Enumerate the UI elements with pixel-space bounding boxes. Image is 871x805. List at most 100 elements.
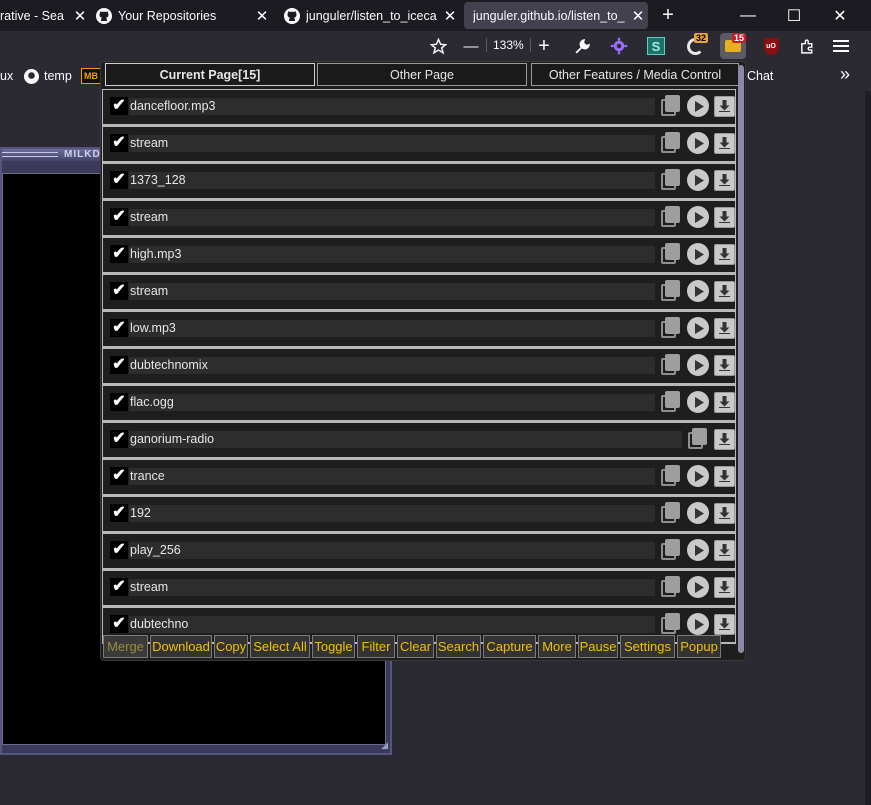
play-icon[interactable] [687, 465, 709, 487]
media-item-row[interactable]: ✔ dubtechnomix [102, 348, 736, 385]
resize-grip-icon[interactable]: ◢ [381, 740, 388, 751]
copy-icon[interactable] [660, 502, 682, 524]
select-checkbox[interactable]: ✔ [110, 393, 128, 411]
close-icon[interactable]: ✕ [628, 7, 648, 25]
download-icon[interactable] [713, 95, 735, 117]
select-checkbox[interactable]: ✔ [110, 134, 128, 152]
extensions-icon[interactable] [796, 35, 818, 57]
media-item-row[interactable]: ✔ trance [102, 459, 736, 496]
minimize-button[interactable]: — [728, 0, 768, 31]
media-name-field[interactable]: dancefloor.mp3 [129, 98, 655, 115]
close-icon[interactable]: ✕ [440, 7, 460, 25]
tab-search[interactable]: rative - Sea ✕ [0, 0, 90, 31]
media-item-row[interactable]: ✔ play_256 [102, 533, 736, 570]
play-icon[interactable] [687, 169, 709, 191]
media-item-row[interactable]: ✔ stream [102, 200, 736, 237]
clear-button[interactable]: Clear [397, 635, 434, 658]
search-button[interactable]: Search [436, 635, 481, 658]
tab-junguler-listen[interactable]: junguler/listen_to_iceca ✕ [284, 0, 460, 31]
play-icon[interactable] [687, 576, 709, 598]
play-icon[interactable] [687, 317, 709, 339]
select-checkbox[interactable]: ✔ [110, 504, 128, 522]
download-icon[interactable] [713, 169, 735, 191]
media-name-field[interactable]: trance [129, 468, 655, 485]
toggle-button[interactable]: Toggle [312, 635, 355, 658]
zoom-in-button[interactable]: + [533, 35, 555, 57]
copy-icon[interactable] [660, 354, 682, 376]
close-window-button[interactable]: ✕ [820, 0, 860, 31]
close-icon[interactable]: ✕ [252, 7, 272, 25]
tab-other-features[interactable]: Other Features / Media Control [531, 63, 739, 86]
media-item-row[interactable]: ✔ ganorium-radio [102, 422, 736, 459]
close-icon[interactable]: ✕ [70, 7, 90, 25]
menu-icon[interactable] [830, 35, 852, 57]
download-icon[interactable] [713, 576, 735, 598]
select-checkbox[interactable]: ✔ [110, 208, 128, 226]
media-name-field[interactable]: stream [129, 135, 655, 152]
select-checkbox[interactable]: ✔ [110, 578, 128, 596]
media-name-field[interactable]: stream [129, 283, 655, 300]
download-icon[interactable] [713, 206, 735, 228]
download-icon[interactable] [713, 613, 735, 635]
copy-icon[interactable] [660, 317, 682, 339]
download-icon[interactable] [713, 539, 735, 561]
copy-icon[interactable] [660, 613, 682, 635]
select-checkbox[interactable]: ✔ [110, 171, 128, 189]
copy-icon[interactable] [660, 95, 682, 117]
media-name-field[interactable]: low.mp3 [129, 320, 655, 337]
more-button[interactable]: More [538, 635, 576, 658]
media-item-row[interactable]: ✔ stream [102, 126, 736, 163]
media-item-row[interactable]: ✔ 1373_128 [102, 163, 736, 200]
download-button[interactable]: Download [150, 635, 212, 658]
select-checkbox[interactable]: ✔ [110, 282, 128, 300]
play-icon[interactable] [687, 613, 709, 635]
copy-icon[interactable] [660, 243, 682, 265]
download-icon[interactable] [713, 280, 735, 302]
media-item-row[interactable]: ✔ dancefloor.mp3 [102, 89, 736, 126]
copy-icon[interactable] [687, 428, 709, 450]
copy-icon[interactable] [660, 132, 682, 154]
media-name-field[interactable]: high.mp3 [129, 246, 655, 263]
media-item-row[interactable]: ✔ stream [102, 570, 736, 607]
media-item-row[interactable]: ✔ low.mp3 [102, 311, 736, 348]
play-icon[interactable] [687, 243, 709, 265]
s-extension-icon[interactable]: S [645, 35, 667, 57]
popup-scrollbar-thumb[interactable] [738, 65, 744, 653]
select-checkbox[interactable]: ✔ [110, 97, 128, 115]
zoom-level[interactable]: 133% [486, 38, 531, 52]
download-icon[interactable] [713, 502, 735, 524]
copy-icon[interactable] [660, 539, 682, 561]
filter-button[interactable]: Filter [357, 635, 395, 658]
tab-your-repositories[interactable]: Your Repositories ✕ [96, 0, 272, 31]
bookmark-mb[interactable]: MB [81, 68, 101, 84]
page-scrollbar[interactable] [865, 91, 871, 805]
settings-button[interactable]: Settings [620, 635, 675, 658]
media-name-field[interactable]: dubtechnomix [129, 357, 655, 374]
media-item-row[interactable]: ✔ flac.ogg [102, 385, 736, 422]
download-icon[interactable] [713, 354, 735, 376]
download-icon[interactable] [713, 465, 735, 487]
media-name-field[interactable]: ganorium-radio [129, 431, 682, 448]
tab-other-page[interactable]: Other Page [317, 63, 527, 86]
download-icon[interactable] [713, 428, 735, 450]
download-icon[interactable] [713, 317, 735, 339]
play-icon[interactable] [687, 280, 709, 302]
download-icon[interactable] [713, 391, 735, 413]
media-item-row[interactable]: ✔ 192 [102, 496, 736, 533]
bookmark-ux[interactable]: ux [0, 69, 13, 83]
media-name-field[interactable]: flac.ogg [129, 394, 655, 411]
play-icon[interactable] [687, 354, 709, 376]
popup-button[interactable]: Popup [677, 635, 721, 658]
copy-icon[interactable] [660, 391, 682, 413]
play-icon[interactable] [687, 95, 709, 117]
maximize-button[interactable]: ☐ [774, 0, 814, 31]
play-icon[interactable] [687, 502, 709, 524]
select-checkbox[interactable]: ✔ [110, 430, 128, 448]
popup-scrollbar[interactable] [738, 65, 744, 653]
play-icon[interactable] [687, 391, 709, 413]
select-all-button[interactable]: Select All [250, 635, 310, 658]
bookmark-chat[interactable]: Chat [747, 69, 773, 83]
play-icon[interactable] [687, 132, 709, 154]
media-name-field[interactable]: stream [129, 209, 655, 226]
select-checkbox[interactable]: ✔ [110, 245, 128, 263]
